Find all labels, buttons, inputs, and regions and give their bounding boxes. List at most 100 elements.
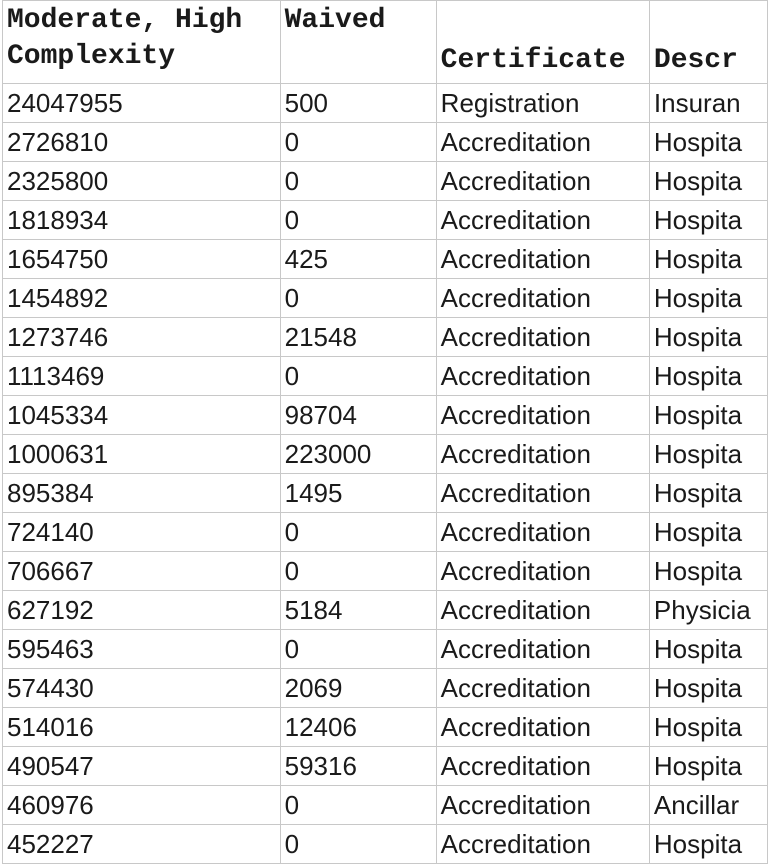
cell-moderate-high-complexity[interactable]: 452227 [2,824,281,864]
cell-certificate[interactable]: Accreditation [435,200,650,240]
cell-description[interactable]: Hospita [648,707,768,747]
cell-waived[interactable]: 2069 [279,668,437,708]
cell-moderate-high-complexity[interactable]: 24047955 [2,83,281,123]
cell-moderate-high-complexity[interactable]: 627192 [2,590,281,630]
cell-description[interactable]: Hospita [648,551,768,591]
cell-waived[interactable]: 0 [279,122,437,162]
cell-certificate[interactable]: Accreditation [435,317,650,357]
cell-certificate[interactable]: Accreditation [435,356,650,396]
table-row: 895384 1495 Accreditation Hospita [2,473,768,513]
table-row: 574430 2069 Accreditation Hospita [2,668,768,708]
cell-moderate-high-complexity[interactable]: 1818934 [2,200,281,240]
header-cell-moderate-high-complexity[interactable]: Moderate, High Complexity [2,0,281,84]
table-row: 514016 12406 Accreditation Hospita [2,707,768,747]
cell-certificate[interactable]: Accreditation [435,746,650,786]
cell-moderate-high-complexity[interactable]: 1454892 [2,278,281,318]
table-row: 627192 5184 Accreditation Physicia [2,590,768,630]
cell-certificate[interactable]: Accreditation [435,629,650,669]
cell-certificate[interactable]: Accreditation [435,239,650,279]
cell-waived[interactable]: 21548 [279,317,437,357]
cell-waived[interactable]: 0 [279,785,437,825]
header-cell-certificate[interactable]: Certificate [435,0,650,84]
header-row: Moderate, High Complexity Waived Certifi… [2,0,768,84]
cell-moderate-high-complexity[interactable]: 706667 [2,551,281,591]
cell-description[interactable]: Hospita [648,668,768,708]
cell-moderate-high-complexity[interactable]: 1113469 [2,356,281,396]
cell-certificate[interactable]: Accreditation [435,590,650,630]
table-row: 724140 0 Accreditation Hospita [2,512,768,552]
cell-description[interactable]: Hospita [648,434,768,474]
cell-certificate[interactable]: Accreditation [435,122,650,162]
cell-moderate-high-complexity[interactable]: 724140 [2,512,281,552]
cell-certificate[interactable]: Accreditation [435,551,650,591]
cell-waived[interactable]: 0 [279,161,437,201]
cell-moderate-high-complexity[interactable]: 574430 [2,668,281,708]
cell-waived[interactable]: 98704 [279,395,437,435]
cell-description[interactable]: Hospita [648,746,768,786]
cell-certificate[interactable]: Accreditation [435,161,650,201]
cell-moderate-high-complexity[interactable]: 2726810 [2,122,281,162]
table-row: 460976 0 Accreditation Ancillar [2,785,768,825]
table-row: 1454892 0 Accreditation Hospita [2,278,768,318]
cell-moderate-high-complexity[interactable]: 1000631 [2,434,281,474]
cell-waived[interactable]: 5184 [279,590,437,630]
cell-description[interactable]: Hospita [648,512,768,552]
cell-description[interactable]: Hospita [648,122,768,162]
cell-description[interactable]: Hospita [648,161,768,201]
cell-certificate[interactable]: Accreditation [435,434,650,474]
header-cell-waived[interactable]: Waived [279,0,437,84]
cell-waived[interactable]: 12406 [279,707,437,747]
cell-certificate[interactable]: Accreditation [435,707,650,747]
table-row: 1113469 0 Accreditation Hospita [2,356,768,396]
cell-moderate-high-complexity[interactable]: 2325800 [2,161,281,201]
cell-moderate-high-complexity[interactable]: 490547 [2,746,281,786]
cell-waived[interactable]: 0 [279,200,437,240]
cell-certificate[interactable]: Accreditation [435,278,650,318]
cell-certificate[interactable]: Accreditation [435,824,650,864]
cell-description[interactable]: Hospita [648,317,768,357]
cell-certificate[interactable]: Registration [435,83,650,123]
cell-moderate-high-complexity[interactable]: 460976 [2,785,281,825]
cell-waived[interactable]: 0 [279,629,437,669]
cell-moderate-high-complexity[interactable]: 1045334 [2,395,281,435]
cell-description[interactable]: Hospita [648,200,768,240]
cell-certificate[interactable]: Accreditation [435,395,650,435]
table-row: 1818934 0 Accreditation Hospita [2,200,768,240]
header-cell-description[interactable]: Descr [648,0,768,84]
cell-waived[interactable]: 500 [279,83,437,123]
cell-certificate[interactable]: Accreditation [435,512,650,552]
cell-moderate-high-complexity[interactable]: 514016 [2,707,281,747]
cell-description[interactable]: Hospita [648,356,768,396]
cell-waived[interactable]: 0 [279,356,437,396]
cell-description[interactable]: Hospita [648,473,768,513]
cell-description[interactable]: Physicia [648,590,768,630]
cell-description[interactable]: Hospita [648,278,768,318]
cell-moderate-high-complexity[interactable]: 1273746 [2,317,281,357]
cell-description[interactable]: Hospita [648,395,768,435]
cell-certificate[interactable]: Accreditation [435,668,650,708]
cell-description[interactable]: Ancillar [648,785,768,825]
cell-waived[interactable]: 0 [279,824,437,864]
cell-waived[interactable]: 0 [279,551,437,591]
cell-waived[interactable]: 0 [279,278,437,318]
table-row: 1045334 98704 Accreditation Hospita [2,395,768,435]
cell-description[interactable]: Insuran [648,83,768,123]
cell-waived[interactable]: 1495 [279,473,437,513]
cell-waived[interactable]: 59316 [279,746,437,786]
cell-certificate[interactable]: Accreditation [435,785,650,825]
cell-moderate-high-complexity[interactable]: 895384 [2,473,281,513]
cell-waived[interactable]: 223000 [279,434,437,474]
table-row: 1273746 21548 Accreditation Hospita [2,317,768,357]
cell-waived[interactable]: 425 [279,239,437,279]
cell-waived[interactable]: 0 [279,512,437,552]
cell-moderate-high-complexity[interactable]: 1654750 [2,239,281,279]
cell-description[interactable]: Hospita [648,629,768,669]
cell-moderate-high-complexity[interactable]: 595463 [2,629,281,669]
table-row: 1000631 223000 Accreditation Hospita [2,434,768,474]
cell-certificate[interactable]: Accreditation [435,473,650,513]
cell-description[interactable]: Hospita [648,824,768,864]
table-row: 490547 59316 Accreditation Hospita [2,746,768,786]
cell-description[interactable]: Hospita [648,239,768,279]
table-row: 24047955 500 Registration Insuran [2,83,768,123]
table-row: 595463 0 Accreditation Hospita [2,629,768,669]
